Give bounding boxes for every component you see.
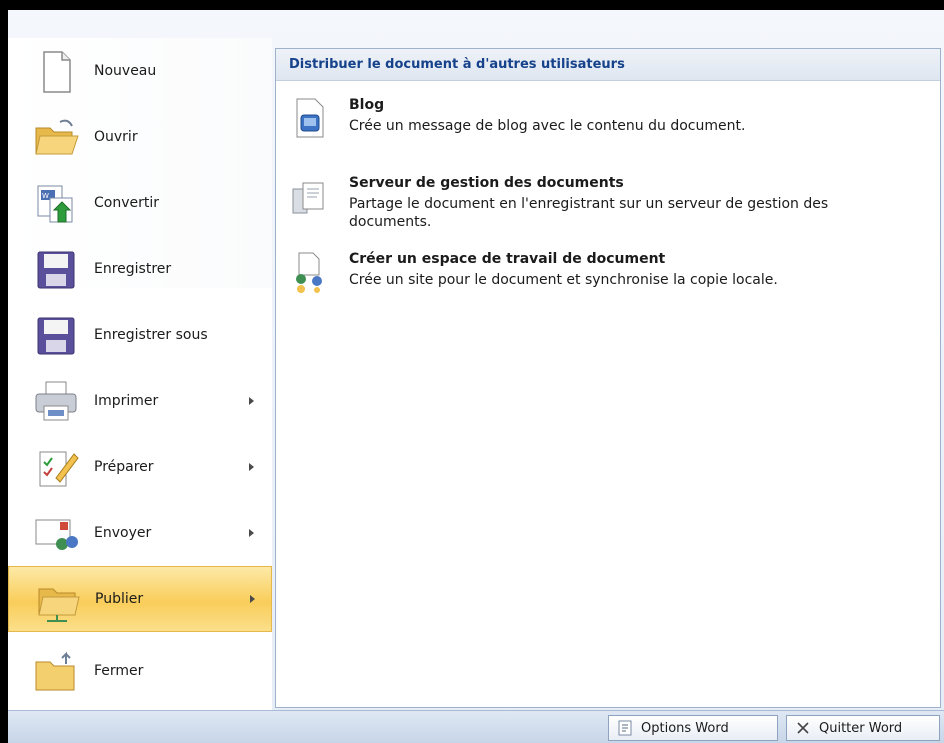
workspace-icon — [296, 252, 322, 293]
menu-item-ouvrir[interactable]: Ouvrir — [8, 104, 272, 170]
menu-item-envoyer[interactable]: Envoyer — [8, 500, 272, 566]
option-description: Crée un message de blog avec le contenu … — [349, 118, 746, 134]
office-menu: Nouveau Ouvrir W Convertir Enregistrer E… — [8, 10, 944, 710]
publish-icon — [38, 588, 80, 622]
document-server-icon — [292, 182, 324, 214]
menu-item-publier[interactable]: Publier — [8, 566, 272, 632]
svg-text:W: W — [42, 192, 49, 200]
menu-label: Fermer — [94, 663, 144, 679]
option-workspace[interactable]: Créer un espace de travail de document C… — [276, 251, 940, 307]
printer-icon — [35, 381, 77, 421]
blog-icon — [296, 98, 324, 138]
menu-label: Imprimer — [94, 393, 159, 409]
submenu-arrow-icon — [249, 463, 254, 471]
option-description: Crée un site pour le document et synchro… — [349, 272, 778, 288]
publish-panel: Distribuer le document à d'autres utilis… — [275, 48, 941, 708]
open-folder-icon — [35, 119, 79, 155]
word-options-button[interactable]: Options Word — [608, 715, 778, 741]
menu-label: Convertir — [94, 195, 160, 211]
panel-header: Distribuer le document à d'autres utilis… — [276, 49, 940, 81]
option-document-server[interactable]: Serveur de gestion des documents Partage… — [276, 175, 940, 237]
new-document-icon — [43, 51, 71, 93]
quit-word-label: Quitter Word — [819, 720, 903, 736]
option-blog[interactable]: Blog Crée un message de blog avec le con… — [276, 97, 940, 153]
menu-label: Envoyer — [94, 525, 152, 541]
menu-label: Publier — [95, 591, 144, 607]
save-icon — [37, 251, 75, 289]
submenu-arrow-icon — [249, 529, 254, 537]
panel-title: Distribuer le document à d'autres utilis… — [289, 57, 625, 72]
close-folder-icon — [35, 651, 75, 691]
submenu-arrow-icon — [249, 397, 254, 405]
option-title: Serveur de gestion des documents — [349, 175, 624, 191]
menu-label: Préparer — [94, 459, 154, 475]
prepare-icon — [39, 451, 79, 487]
option-title: Créer un espace de travail de document — [349, 251, 666, 267]
save-as-icon — [37, 317, 75, 355]
menu-item-enregistrer[interactable]: Enregistrer — [8, 236, 272, 302]
command-list: Nouveau Ouvrir W Convertir Enregistrer E… — [8, 38, 272, 710]
office-menu-window: Nouveau Ouvrir W Convertir Enregistrer E… — [8, 10, 944, 743]
close-icon — [797, 722, 809, 734]
option-title: Blog — [349, 97, 385, 113]
menu-label: Nouveau — [94, 63, 157, 79]
options-icon — [618, 720, 632, 736]
menu-label: Enregistrer sous — [94, 327, 208, 343]
quit-word-button[interactable]: Quitter Word — [786, 715, 940, 741]
menu-item-convertir[interactable]: W Convertir — [8, 170, 272, 236]
convert-icon: W — [37, 185, 73, 223]
menu-footer: Options Word Quitter Word — [8, 710, 944, 743]
menu-item-preparer[interactable]: Préparer — [8, 434, 272, 500]
menu-item-fermer[interactable]: Fermer — [8, 638, 272, 704]
option-description: Partage le document en l'enregistrant su… — [349, 196, 829, 230]
menu-label: Ouvrir — [94, 129, 138, 145]
submenu-arrow-icon — [250, 595, 255, 603]
menu-item-nouveau[interactable]: Nouveau — [8, 38, 272, 104]
menu-item-imprimer[interactable]: Imprimer — [8, 368, 272, 434]
menu-item-enregistrer-sous[interactable]: Enregistrer sous — [8, 302, 272, 368]
menu-label: Enregistrer — [94, 261, 172, 277]
send-icon — [35, 519, 78, 550]
word-options-label: Options Word — [641, 720, 729, 736]
